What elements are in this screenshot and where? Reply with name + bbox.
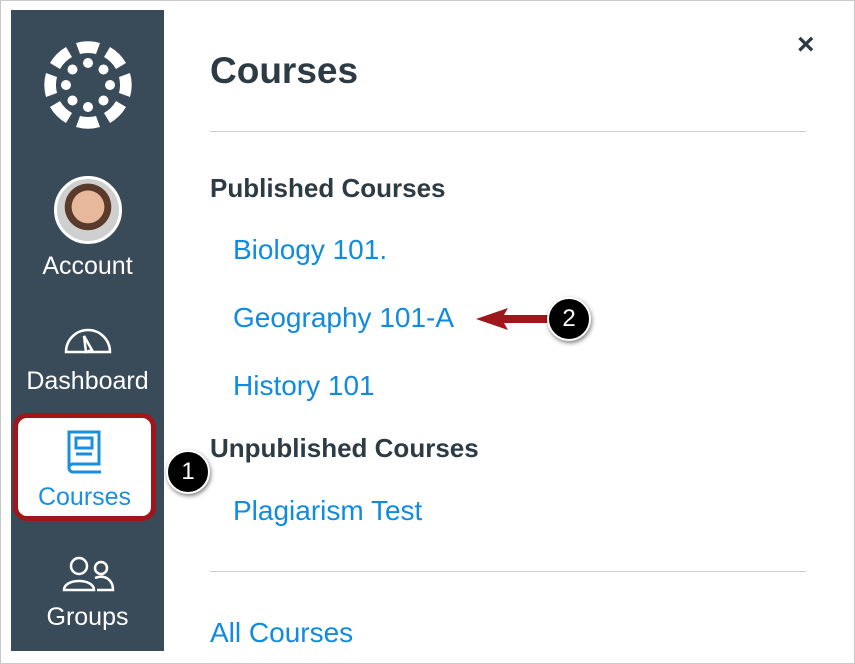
published-heading: Published Courses bbox=[210, 173, 446, 203]
canvas-logo-icon[interactable] bbox=[43, 40, 133, 130]
tray-title: Courses bbox=[210, 50, 359, 91]
avatar bbox=[53, 176, 122, 244]
divider bbox=[210, 131, 806, 132]
annotation-arrow bbox=[476, 308, 554, 330]
course-link[interactable]: Biology 101. bbox=[233, 234, 387, 266]
nav-dashboard-label: Dashboard bbox=[26, 367, 149, 395]
book-icon bbox=[67, 430, 101, 474]
course-link[interactable]: Geography 101-A bbox=[233, 302, 454, 334]
course-link[interactable]: Plagiarism Test bbox=[233, 495, 422, 527]
nav-groups[interactable]: Groups bbox=[11, 556, 164, 632]
nav-courses-label: Courses bbox=[37, 483, 132, 511]
dashboard-gauge-icon bbox=[64, 328, 111, 354]
annotation-badge-1: 1 bbox=[166, 450, 210, 494]
nav-dashboard[interactable]: Dashboard bbox=[11, 322, 164, 396]
unpublished-heading: Unpublished Courses bbox=[210, 433, 479, 463]
global-nav: Account Dashboard Groups bbox=[11, 10, 164, 651]
nav-courses[interactable]: Courses bbox=[13, 413, 156, 521]
divider bbox=[210, 571, 806, 572]
close-icon[interactable]: × bbox=[797, 28, 815, 62]
annotation-badge-2: 2 bbox=[547, 297, 591, 341]
nav-groups-label: Groups bbox=[46, 603, 129, 631]
nav-account[interactable]: Account bbox=[11, 176, 164, 281]
groups-icon bbox=[62, 556, 114, 592]
course-link[interactable]: History 101 bbox=[233, 370, 375, 402]
all-courses-link[interactable]: All Courses bbox=[210, 617, 353, 649]
nav-account-label: Account bbox=[42, 252, 133, 280]
